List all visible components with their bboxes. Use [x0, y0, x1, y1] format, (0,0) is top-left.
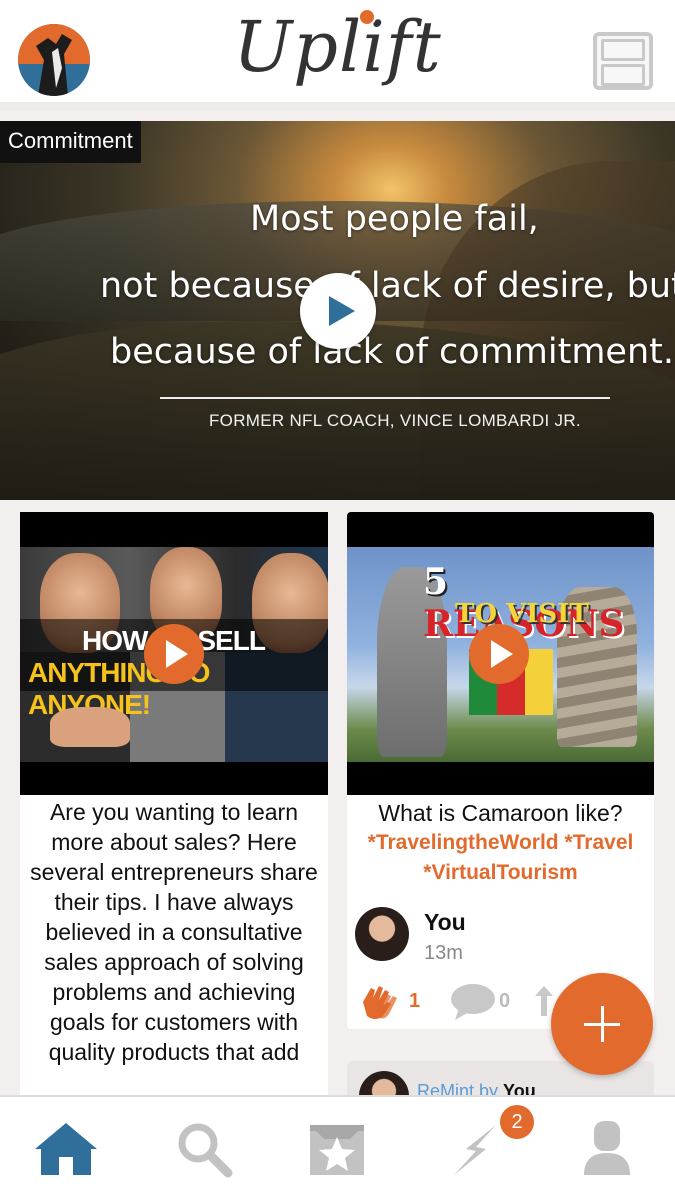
create-post-button[interactable]	[551, 973, 653, 1075]
play-button[interactable]	[300, 273, 376, 349]
home-icon	[35, 1123, 97, 1175]
author-name[interactable]: You	[424, 909, 466, 936]
nav-home[interactable]	[31, 1119, 101, 1179]
comment-count: 0	[499, 990, 511, 1012]
divider	[160, 397, 610, 399]
category-tag[interactable]: Commitment	[0, 121, 141, 163]
nav-activity[interactable]	[440, 1119, 510, 1179]
featured-video[interactable]: Commitment Most people fail, not because…	[0, 121, 675, 500]
app-title: Uplift	[233, 6, 442, 88]
app-header: Uplift	[0, 0, 675, 110]
nav-favorites[interactable]	[302, 1119, 372, 1179]
profile-icon	[584, 1121, 630, 1175]
video-thumbnail[interactable]: 5 REASONS TO VISIT	[347, 512, 654, 795]
quote-attribution: FORMER NFL COACH, VINCE LOMBARDI JR.	[209, 411, 581, 430]
nav-search[interactable]	[170, 1119, 240, 1179]
post-description: Are you wanting to learn more about sale…	[30, 799, 318, 1065]
video-thumbnail[interactable]: HOW TO SELL ANYTHING TO ANYONE!	[20, 512, 328, 795]
star-frame-icon	[310, 1125, 364, 1175]
post-description: What is Camaroon like?	[378, 800, 623, 826]
post-time: 13m	[424, 942, 463, 964]
logo-dot-icon	[358, 8, 376, 26]
nav-profile[interactable]	[572, 1119, 642, 1179]
play-icon	[166, 640, 188, 668]
play-icon	[329, 296, 355, 326]
play-icon	[491, 640, 513, 668]
quote-line: Most people fail,	[250, 199, 539, 239]
layout-bar-icon	[601, 39, 645, 61]
bottom-navigation: 2	[0, 1095, 675, 1200]
clap-button[interactable]	[357, 982, 407, 1027]
play-button[interactable]	[144, 624, 204, 684]
search-icon	[178, 1123, 233, 1178]
author-avatar[interactable]	[355, 907, 409, 961]
notification-badge: 2	[500, 1105, 534, 1139]
clap-count: 1	[409, 990, 421, 1012]
post-card[interactable]: HOW TO SELL ANYTHING TO ANYONE! Are you …	[20, 512, 328, 1112]
lightning-icon	[454, 1125, 496, 1175]
comment-button[interactable]	[449, 982, 497, 1027]
post-card[interactable]: 5 REASONS TO VISIT What is Camaroon like…	[347, 512, 654, 1029]
quote-line: not because of lack of desire, but	[100, 266, 675, 306]
layout-bar-icon	[601, 64, 645, 86]
play-button[interactable]	[469, 624, 529, 684]
quote-line: because of lack of commitment.	[110, 332, 674, 372]
thumbnail-subtitle: TO VISIT	[455, 599, 589, 629]
layout-toggle-button[interactable]	[593, 32, 653, 90]
comment-icon	[451, 984, 495, 1020]
post-hashtags[interactable]: *TravelingtheWorld *Travel *VirtualTouri…	[347, 828, 654, 888]
clap-icon	[363, 986, 397, 1019]
